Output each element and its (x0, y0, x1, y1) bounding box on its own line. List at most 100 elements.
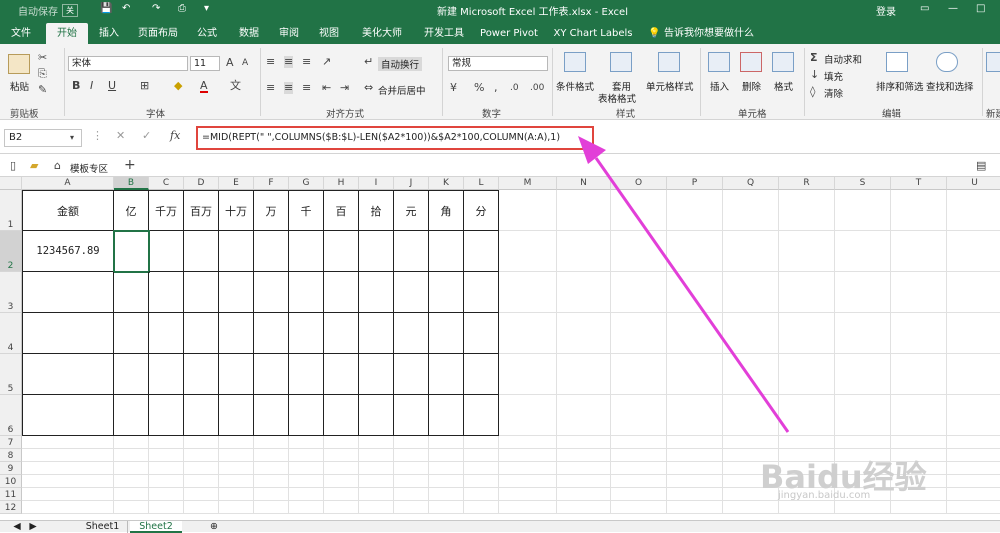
table-cell[interactable] (359, 395, 394, 436)
table-header-cell[interactable]: 十万 (219, 190, 254, 231)
cell[interactable] (114, 488, 149, 501)
cut-icon[interactable]: ✂ (38, 52, 47, 64)
tab-data[interactable]: 数据 (234, 23, 264, 44)
table-header-cell[interactable]: 千 (289, 190, 324, 231)
underline-icon[interactable]: U (108, 80, 116, 92)
conditional-format-icon[interactable] (564, 52, 586, 72)
cell[interactable] (114, 475, 149, 488)
cell[interactable] (184, 475, 219, 488)
table-cell[interactable] (289, 313, 324, 354)
table-cell[interactable] (324, 272, 359, 313)
align-left-icon[interactable]: ≡ (266, 82, 275, 94)
column-header[interactable]: K (429, 177, 464, 190)
cell[interactable] (557, 449, 611, 462)
cell[interactable] (947, 436, 1000, 449)
cell[interactable] (324, 475, 359, 488)
column-header[interactable]: N (557, 177, 611, 190)
cell[interactable] (891, 190, 947, 231)
cell[interactable] (114, 449, 149, 462)
bold-icon[interactable]: B (72, 80, 80, 92)
column-header[interactable]: B (114, 177, 149, 190)
cell[interactable] (779, 354, 835, 395)
row-header[interactable]: 6 (0, 395, 22, 436)
table-cell[interactable] (254, 313, 289, 354)
cell[interactable] (289, 475, 324, 488)
cell[interactable] (557, 354, 611, 395)
cell[interactable] (149, 436, 184, 449)
cell[interactable] (611, 395, 667, 436)
table-cell[interactable] (289, 272, 324, 313)
table-cell[interactable] (324, 395, 359, 436)
cell[interactable] (667, 449, 723, 462)
cell[interactable] (779, 231, 835, 272)
cell[interactable] (254, 449, 289, 462)
row-header[interactable]: 11 (0, 488, 22, 501)
cell[interactable] (184, 436, 219, 449)
delete-cells-icon[interactable] (740, 52, 762, 72)
cell[interactable] (219, 436, 254, 449)
sheet-tab-sheet2[interactable]: Sheet2 (130, 521, 182, 533)
table-header-cell[interactable]: 金额 (22, 190, 114, 231)
row-header[interactable]: 12 (0, 501, 22, 514)
table-cell[interactable] (149, 231, 184, 272)
add-sheet-icon[interactable]: ⊕ (206, 521, 222, 533)
select-all-corner[interactable] (0, 177, 22, 190)
column-header[interactable]: I (359, 177, 394, 190)
cell[interactable] (557, 501, 611, 514)
cell[interactable] (723, 395, 779, 436)
table-cell[interactable] (394, 313, 429, 354)
increase-decimal-icon[interactable]: .0 (510, 82, 519, 94)
merge-center-button[interactable]: 合并后居中 (378, 83, 426, 97)
cell[interactable] (464, 462, 499, 475)
cell[interactable] (557, 190, 611, 231)
cell[interactable] (611, 231, 667, 272)
cell[interactable] (324, 462, 359, 475)
cell[interactable] (947, 395, 1000, 436)
table-header-cell[interactable]: 百 (324, 190, 359, 231)
tab-view[interactable]: 视图 (314, 23, 344, 44)
table-cell[interactable] (394, 272, 429, 313)
paste-button[interactable]: 粘贴 (10, 79, 29, 93)
cell[interactable] (219, 501, 254, 514)
cell[interactable] (429, 475, 464, 488)
table-header-cell[interactable]: 亿 (114, 190, 149, 231)
column-header[interactable]: C (149, 177, 184, 190)
cell[interactable] (835, 313, 891, 354)
clear-icon[interactable]: ◊ (810, 86, 815, 98)
cell[interactable] (429, 488, 464, 501)
cell[interactable] (499, 231, 557, 272)
find-select-icon[interactable] (936, 52, 958, 72)
table-cell[interactable] (394, 231, 429, 272)
cell[interactable] (149, 475, 184, 488)
cell[interactable] (611, 462, 667, 475)
cell[interactable] (557, 231, 611, 272)
table-cell[interactable] (22, 272, 114, 313)
table-cell[interactable] (464, 231, 499, 272)
cell[interactable] (499, 436, 557, 449)
cell[interactable] (22, 488, 114, 501)
cell[interactable] (254, 501, 289, 514)
cell[interactable] (219, 449, 254, 462)
cell[interactable] (611, 449, 667, 462)
column-header[interactable]: M (499, 177, 557, 190)
cell[interactable] (219, 475, 254, 488)
undo-icon[interactable]: ↶ (122, 3, 130, 14)
cell[interactable] (667, 231, 723, 272)
wrap-text-icon[interactable]: ↵ (364, 56, 373, 68)
table-cell[interactable] (289, 231, 324, 272)
cell[interactable] (394, 475, 429, 488)
cell[interactable] (891, 501, 947, 514)
cell[interactable] (947, 501, 1000, 514)
table-cell[interactable] (429, 395, 464, 436)
cell[interactable] (667, 354, 723, 395)
cell[interactable] (499, 190, 557, 231)
wrap-text-button[interactable]: 自动换行 (378, 57, 423, 71)
column-header[interactable]: E (219, 177, 254, 190)
new-group-icon[interactable] (986, 52, 1000, 72)
cell[interactable] (289, 488, 324, 501)
table-cell[interactable] (114, 354, 149, 395)
cell[interactable] (723, 436, 779, 449)
fill-icon[interactable]: ↓ (810, 69, 819, 81)
cell[interactable] (723, 501, 779, 514)
cell[interactable] (464, 501, 499, 514)
